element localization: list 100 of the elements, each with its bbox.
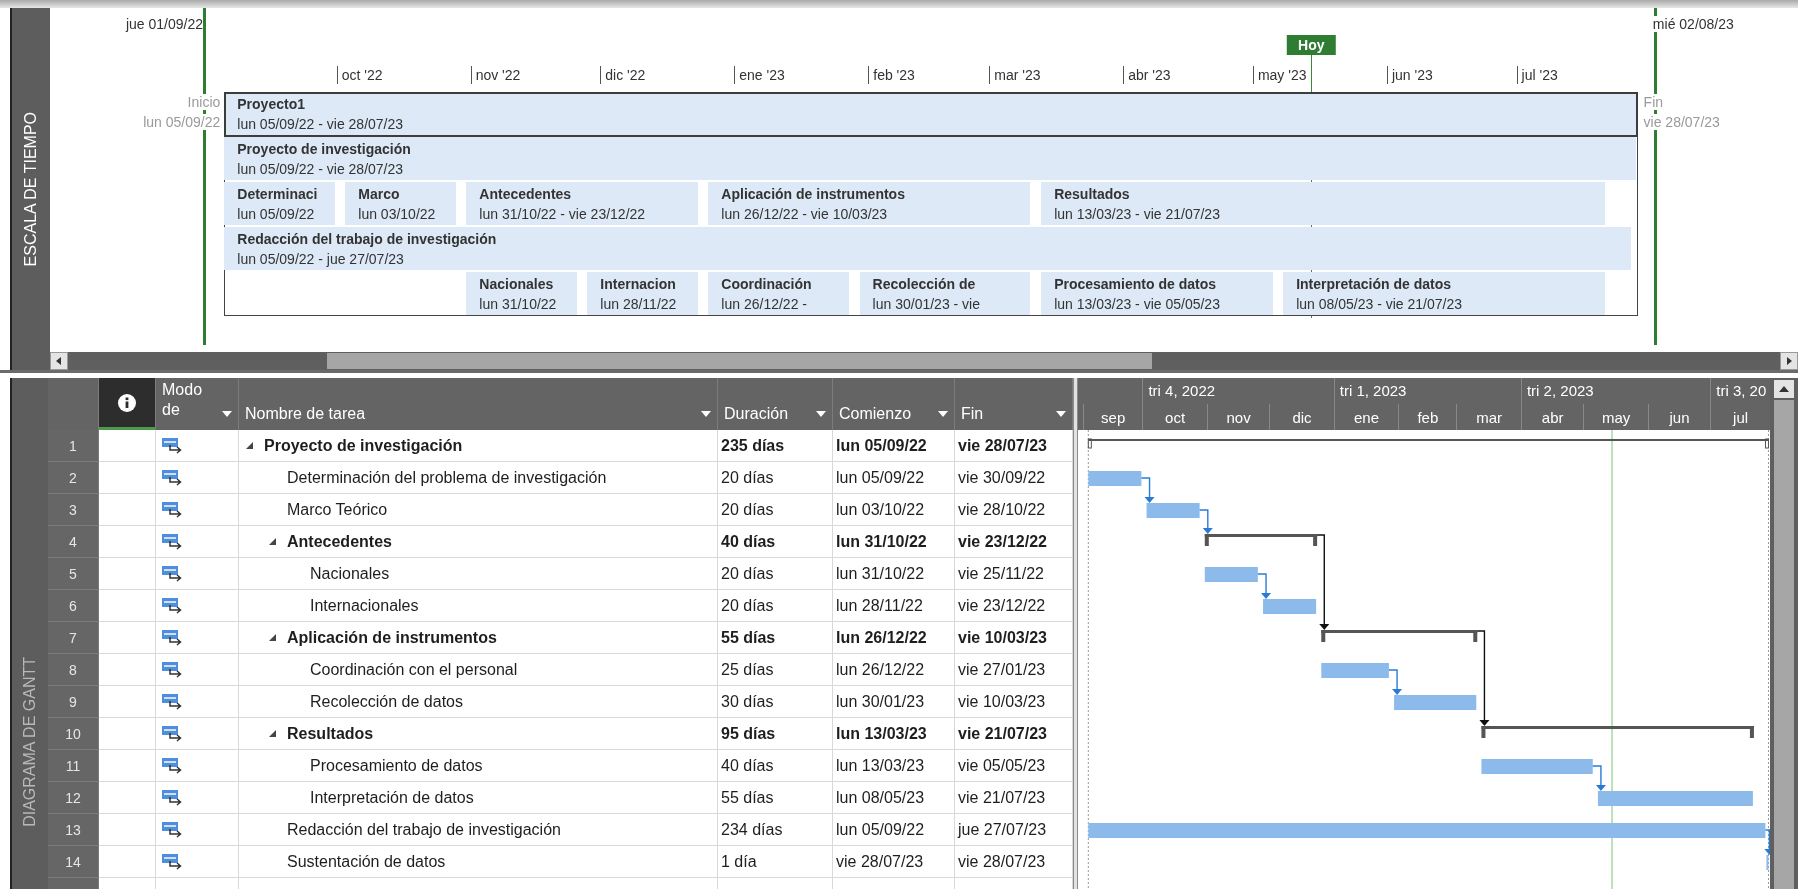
dropdown-arrow-icon[interactable] [701, 411, 711, 417]
task-mode-icon [161, 724, 183, 743]
task-mode-icon [161, 436, 183, 455]
bar-dates: lun 30/01/23 - vie [872, 296, 980, 312]
today-label: Hoy [1287, 35, 1336, 55]
task-mode-icon [161, 564, 183, 583]
timeline-bar[interactable]: Proyecto de investigación lun 05/09/22 - vie 28/07/23 [224, 137, 1636, 180]
task-name: Redacción del trabajo de investigación [287, 820, 561, 839]
row-number: 3 [48, 494, 99, 526]
row-number: 8 [48, 654, 99, 686]
row-number: 6 [48, 590, 99, 622]
task-mode-icon [161, 788, 183, 807]
bar-title: Internacion [600, 276, 676, 292]
task-name: Resultados [287, 724, 374, 743]
scroll-left-button[interactable] [50, 352, 68, 370]
month-label: dic '22 [600, 66, 646, 84]
timeline-bar[interactable]: Procesamiento de datos lun 13/03/23 - vie 05/05/23 [1041, 272, 1273, 315]
scroll-thumb[interactable] [1774, 400, 1794, 889]
column-header[interactable] [99, 378, 156, 430]
task-bar [1263, 599, 1317, 614]
timeline-bar[interactable]: Aplicación de instrumentos lun 26/12/22 - vie 10/03/23 [708, 182, 1031, 225]
timeline-bar[interactable]: Internacion lun 28/11/22 [587, 272, 698, 315]
link-arrow [1388, 669, 1403, 695]
duration-cell: 20 días [718, 494, 833, 526]
start-date-cell: lun 08/05/23 [833, 782, 955, 814]
month-label: ene [1333, 404, 1399, 430]
month-label: sep [1083, 404, 1143, 430]
bar-dates: lun 31/10/22 [479, 296, 557, 312]
month-label: mar [1456, 404, 1521, 430]
collapse-triangle-icon[interactable] [268, 633, 277, 642]
task-name: Recolección de datos [310, 692, 463, 711]
collapse-triangle-icon[interactable] [268, 729, 277, 738]
bar-title: Redacción del trabajo de investigación [237, 231, 497, 247]
dropdown-arrow-icon[interactable] [816, 411, 826, 417]
quarter-label: tri 4, 2022 [1148, 382, 1216, 399]
timeline-bar[interactable]: Coordinación lun 26/12/22 - [708, 272, 849, 315]
column-header[interactable]: Fin [955, 378, 1073, 430]
duration-cell: 1 día [718, 846, 833, 878]
column-header[interactable]: Comienzo [833, 378, 955, 430]
column-header[interactable]: Modo de [156, 378, 239, 430]
month-label: abr '23 [1123, 66, 1171, 84]
timeline-bar[interactable]: Determinaci lun 05/09/22 [224, 182, 335, 225]
row-number: 7 [48, 622, 99, 654]
column-header[interactable]: Nombre de tarea [239, 378, 718, 430]
dropdown-arrow-icon[interactable] [222, 411, 232, 417]
timeline-bar[interactable]: Antecedentes lun 31/10/22 - vie 23/12/22 [466, 182, 698, 225]
task-bar [1204, 567, 1258, 582]
scroll-up-button[interactable] [1774, 380, 1794, 398]
task-mode-icon [161, 852, 183, 871]
month-label: may [1583, 404, 1648, 430]
start-date-cell: lun 13/03/23 [833, 718, 955, 750]
arrow-right-icon [1785, 356, 1793, 366]
column-header[interactable]: Duración [718, 378, 833, 430]
duration-cell: 40 días [718, 526, 833, 558]
timeline-bar[interactable]: Interpretación de datos lun 08/05/23 - vie 21/07/23 [1283, 272, 1606, 315]
timeline-bar[interactable]: Proyecto1 lun 05/09/22 - vie 28/07/23 [224, 92, 1638, 137]
scroll-right-button[interactable] [1780, 352, 1798, 370]
bar-title: Aplicación de instrumentos [721, 186, 905, 202]
start-date-cell: lun 05/09/22 [833, 430, 955, 462]
timeline-bar[interactable]: Redacción del trabajo de investigación lun 05/09/22 - jue 27/07/23 [224, 227, 1632, 270]
timeline-bar[interactable]: Nacionales lun 31/10/22 [466, 272, 577, 315]
dropdown-arrow-icon[interactable] [938, 411, 948, 417]
bar-dates: lun 13/03/23 - vie 05/05/23 [1054, 296, 1220, 312]
task-mode-icon [161, 532, 183, 551]
timeline-bar[interactable]: Marco lun 03/10/22 [345, 182, 456, 225]
horizontal-scrollbar[interactable] [50, 352, 1798, 370]
bar-title: Coordinación [721, 276, 812, 292]
duration-cell: 20 días [718, 558, 833, 590]
start-date-cell: lun 03/10/22 [833, 494, 955, 526]
scroll-thumb[interactable] [327, 353, 1152, 369]
task-mode-icon [161, 756, 183, 775]
start-date-cell: lun 28/11/22 [833, 590, 955, 622]
task-mode-icon [161, 468, 183, 487]
marker-date: lun 05/09/22 [143, 114, 221, 130]
task-name: Proyecto de investigación [264, 436, 463, 455]
timeline-bar[interactable]: Resultados lun 13/03/23 - vie 21/07/23 [1041, 182, 1606, 225]
bar-title: Marco [358, 186, 400, 202]
start-date-cell: lun 26/12/22 [833, 654, 955, 686]
dropdown-arrow-icon[interactable] [1056, 411, 1066, 417]
bar-title: Procesamiento de datos [1054, 276, 1216, 292]
quarter-label: tri 3, 20 [1716, 382, 1767, 399]
task-name: Coordinación con el personal [310, 660, 518, 679]
month-label: nov '22 [470, 66, 521, 84]
row-number: 5 [48, 558, 99, 590]
date-label: mié 02/08/23 [1652, 16, 1734, 32]
bar-dates: lun 05/09/22 - vie 28/07/23 [237, 116, 404, 132]
duration-cell: 30 días [718, 686, 833, 718]
bar-title: Resultados [1054, 186, 1130, 202]
collapse-triangle-icon[interactable] [268, 537, 277, 546]
row-number: 2 [48, 462, 99, 494]
row-number: 4 [48, 526, 99, 558]
task-name: Internacionales [310, 596, 419, 615]
month-label: nov [1206, 404, 1270, 430]
task-bar [1146, 503, 1200, 518]
vertical-scrollbar[interactable] [1770, 378, 1798, 889]
start-date-cell: lun 31/10/22 [833, 526, 955, 558]
task-name: Sustentación de datos [287, 852, 446, 871]
collapse-triangle-icon[interactable] [245, 441, 254, 450]
timeline-bar[interactable]: Recolección de lun 30/01/23 - vie [859, 272, 1031, 315]
duration-cell: 55 días [718, 782, 833, 814]
